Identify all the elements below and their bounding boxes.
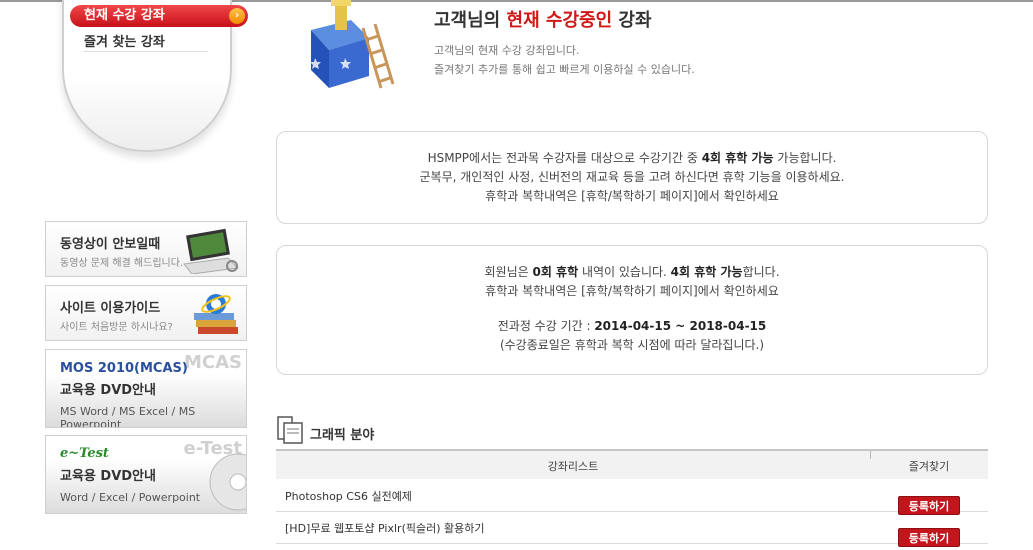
dvd-disc-icon (209, 453, 246, 511)
table-row: [HD]무료 웹포토샵 Pixlr(픽슬러) 활용하기 등록하기 (276, 512, 988, 547)
gift-box-ladder-icon (310, 0, 395, 89)
video-help-banner[interactable]: 동영상이 안보일때 동영상 문제 해결 해드립니다. (45, 221, 247, 277)
column-header-favorite: 즐겨찾기 (908, 460, 950, 473)
folder-book-icon (277, 416, 303, 444)
section-title: 그래픽 분야 (310, 428, 375, 443)
chevron-right-icon: › (229, 8, 245, 24)
menu-item-current-courses[interactable]: 현재 수강 강좌 › (70, 5, 248, 27)
table-row: Photoshop CS6 실전예제 등록하기 (276, 480, 988, 515)
etest-dvd-banner[interactable]: e-Test e~Test 교육용 DVD안내 Word / Excel / P… (45, 435, 247, 514)
laptop-icon (183, 228, 240, 274)
course-table-header: 강좌리스트 즐겨찾기 (276, 449, 988, 479)
course-name[interactable]: Photoshop CS6 실전예제 (285, 488, 412, 504)
title-highlight: 현재 수강중인 (506, 10, 613, 31)
page-title: 고객님의 현재 수강중인 강좌 (434, 10, 652, 31)
menu-divider (84, 51, 208, 52)
site-guide-banner[interactable]: 사이트 이용가이드 사이트 처음방문 하시나요? (45, 285, 247, 341)
leave-policy-notice: HSMPP에서는 전과목 수강자를 대상으로 수강기간 중 4회 휴학 가능 가… (276, 131, 988, 224)
leave-status-notice: 회원님은 0회 휴학 내역이 있습니다. 4회 휴학 가능합니다. 휴학과 복학… (276, 245, 988, 375)
column-header-course-list: 강좌리스트 (547, 460, 599, 473)
mos-dvd-banner[interactable]: MCAS MOS 2010(MCAS) 교육용 DVD안내 MS Word / … (45, 349, 247, 428)
page-description: 고객님의 현재 수강 강좌입니다. 즐겨찾기 추가를 통해 쉽고 빠르게 이용하… (434, 44, 695, 76)
register-button[interactable]: 등록하기 (898, 528, 960, 547)
internet-explorer-books-icon (194, 294, 238, 334)
course-name[interactable]: [HD]무료 웹포토샵 Pixlr(픽슬러) 활용하기 (285, 520, 485, 536)
menu-item-favorite-courses[interactable]: 즐겨 찾는 강좌 (84, 31, 165, 50)
menu-item-label: 현재 수강 강좌 (84, 8, 165, 23)
